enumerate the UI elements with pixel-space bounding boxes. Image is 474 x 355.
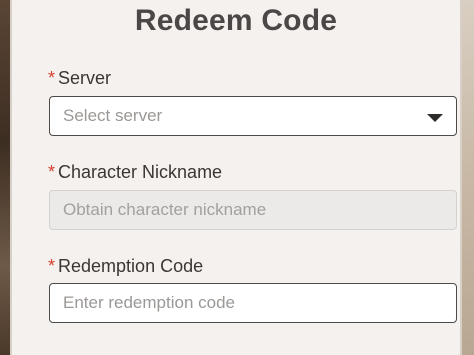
nickname-field-placeholder: Obtain character nickname <box>63 200 267 219</box>
redemption-code-label-text: Redemption Code <box>58 256 204 276</box>
server-select[interactable]: Select server <box>49 96 457 136</box>
required-marker: * <box>48 162 56 182</box>
nickname-label: * Character Nickname <box>48 162 222 182</box>
nickname-label-text: Character Nickname <box>58 162 223 182</box>
server-label-text: Server <box>58 68 112 88</box>
required-marker: * <box>48 256 56 276</box>
chevron-down-icon[interactable] <box>427 114 443 122</box>
background-right-edge <box>460 0 474 355</box>
redemption-code-input[interactable] <box>49 283 457 323</box>
nickname-field: Obtain character nickname <box>49 190 457 230</box>
server-label: * Server <box>48 68 111 88</box>
server-select-placeholder: Select server <box>63 106 163 125</box>
required-marker: * <box>48 68 56 88</box>
redeem-code-panel: Redeem Code * Server Select server * Chara… <box>10 0 462 355</box>
page-title: Redeem Code <box>134 4 338 37</box>
redemption-code-label: * Redemption Code <box>48 256 203 276</box>
